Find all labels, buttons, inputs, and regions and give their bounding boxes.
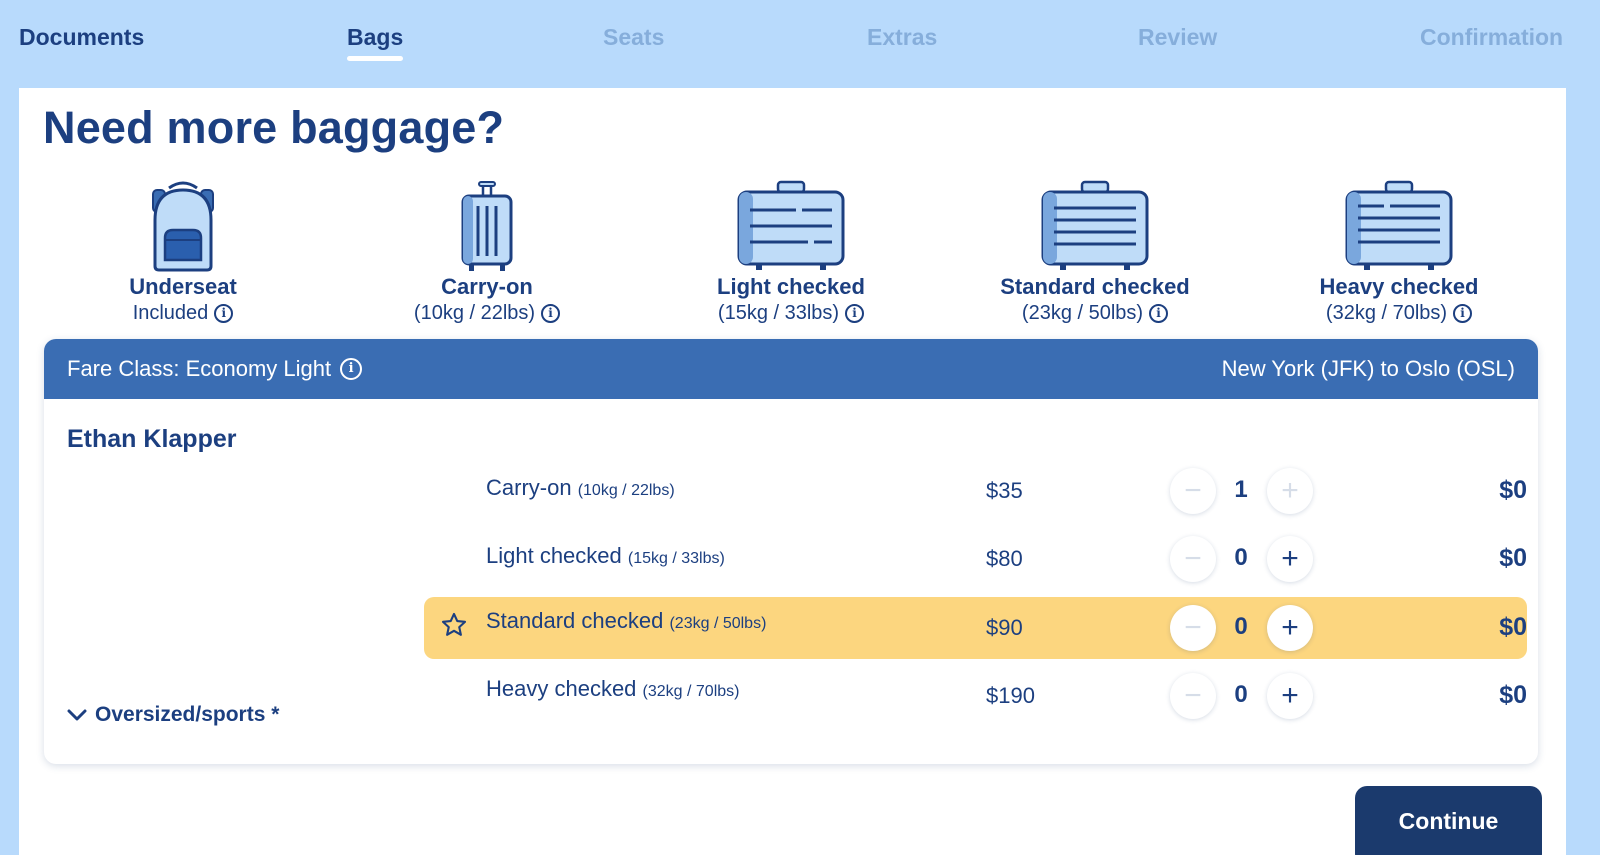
bag-row-total: $0 <box>1499 681 1527 709</box>
bag-row-total: $0 <box>1499 544 1527 572</box>
bag-row-price: $80 <box>986 546 1023 571</box>
quantity-value: 0 <box>1234 544 1248 571</box>
checked-suitcase-icon <box>1345 180 1453 270</box>
bag-row-weight: (23kg / 50lbs) <box>669 615 767 632</box>
passenger-name: Ethan Klapper <box>67 425 237 453</box>
bag-type-detail: (15kg / 33lbs) <box>717 302 840 324</box>
step-documents[interactable]: Documents <box>19 22 144 52</box>
page-title: Need more baggage? <box>43 102 505 153</box>
oversized-sports-label: Oversized/sports * <box>95 703 280 726</box>
step-confirmation[interactable]: Confirmation <box>1420 22 1563 52</box>
info-icon[interactable]: i <box>1149 303 1169 323</box>
bag-type-standard-checked: Standard checked (23kg / 50lbs) i <box>965 180 1225 326</box>
bag-type-name: Underseat <box>129 274 237 299</box>
bag-type-name: Heavy checked <box>1319 274 1479 299</box>
bag-type-light-checked: Light checked (15kg / 33lbs) i <box>661 180 921 326</box>
bag-row-name: Standard checked <box>486 608 664 633</box>
baggage-panel: Need more baggage? Underseat Includedi <box>19 88 1566 855</box>
bag-type-carry-on: Carry-on (10kg / 22lbs) i <box>357 180 617 326</box>
checked-suitcase-icon <box>1041 180 1149 270</box>
info-icon[interactable]: i <box>541 303 561 323</box>
info-icon[interactable]: i <box>340 358 363 380</box>
chevron-down-icon <box>67 709 87 721</box>
bag-row-price: $35 <box>986 478 1023 503</box>
bag-type-detail: (23kg / 50lbs) <box>1021 302 1144 324</box>
quantity-value: 0 <box>1234 613 1248 640</box>
step-extras[interactable]: Extras <box>867 22 937 52</box>
bag-row-carry-on: Carry-on (10kg / 22lbs) $35 − 1 + $0 <box>424 460 1527 522</box>
decrement-button[interactable]: − <box>1170 673 1216 719</box>
bag-row-weight: (10kg / 22lbs) <box>577 482 675 499</box>
bag-type-underseat: Underseat Included i <box>53 180 313 326</box>
booking-steps-nav: Documents Bags Seats Extras Review Confi… <box>0 0 1600 88</box>
bag-row-price: $90 <box>986 615 1023 640</box>
bag-row-weight: (15kg / 33lbs) <box>627 550 725 567</box>
decrement-button[interactable]: − <box>1170 468 1216 514</box>
fare-card-header: Fare Class: Economy Light i New York (JF… <box>44 339 1538 399</box>
checked-suitcase-icon <box>737 180 845 270</box>
decrement-button[interactable]: − <box>1170 605 1216 651</box>
info-icon[interactable]: i <box>845 303 865 323</box>
bag-row-weight: (32kg / 70lbs) <box>642 683 740 700</box>
fare-card: Fare Class: Economy Light i New York (JF… <box>44 339 1538 764</box>
bag-row-price: $190 <box>986 683 1035 708</box>
step-bags[interactable]: Bags <box>347 22 404 61</box>
bag-row-standard-checked: Standard checked (23kg / 50lbs) $90 − 0 … <box>424 597 1527 659</box>
bag-row-heavy-checked: Heavy checked (32kg / 70lbs) $190 − 0 + … <box>424 665 1527 727</box>
info-icon[interactable]: i <box>214 303 234 323</box>
bag-type-detail: Included <box>132 302 209 324</box>
step-seats[interactable]: Seats <box>603 22 664 52</box>
star-icon <box>441 612 467 636</box>
bag-row-total: $0 <box>1499 476 1527 504</box>
carry-on-suitcase-icon <box>461 181 513 271</box>
oversized-sports-toggle[interactable]: Oversized/sports * <box>67 703 279 727</box>
increment-button[interactable]: + <box>1267 536 1313 582</box>
bag-row-name: Light checked <box>486 543 622 568</box>
increment-button[interactable]: + <box>1267 673 1313 719</box>
bag-type-heavy-checked: Heavy checked (32kg / 70lbs) i <box>1269 180 1529 326</box>
fare-class-label: Fare Class: Economy Light <box>67 356 332 381</box>
bag-type-name: Standard checked <box>1000 274 1190 299</box>
bag-row-name: Heavy checked <box>486 676 637 701</box>
step-review[interactable]: Review <box>1138 22 1217 52</box>
bag-row-light-checked: Light checked (15kg / 33lbs) $80 − 0 + $… <box>424 528 1527 590</box>
decrement-button[interactable]: − <box>1170 536 1216 582</box>
continue-button[interactable]: Continue <box>1355 786 1542 855</box>
backpack-icon <box>152 181 214 272</box>
bag-type-name: Carry-on <box>441 274 533 299</box>
bag-row-total: $0 <box>1499 613 1527 641</box>
increment-button[interactable]: + <box>1267 468 1313 514</box>
increment-button[interactable]: + <box>1267 605 1313 651</box>
bag-type-name: Light checked <box>717 274 865 299</box>
info-icon[interactable]: i <box>1453 303 1473 323</box>
bag-type-detail: (10kg / 22lbs) <box>413 302 536 324</box>
quantity-value: 0 <box>1234 681 1248 708</box>
quantity-value: 1 <box>1234 476 1248 503</box>
bag-row-name: Carry-on <box>486 475 572 500</box>
route-label: New York (JFK) to Oslo (OSL) <box>1221 356 1515 381</box>
bag-type-detail: (32kg / 70lbs) <box>1325 302 1448 324</box>
